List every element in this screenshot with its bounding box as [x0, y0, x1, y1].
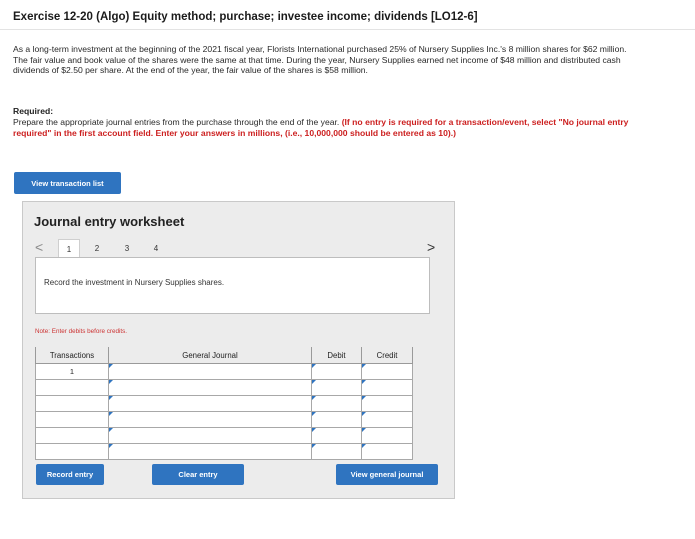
debit-field[interactable] [311, 443, 362, 460]
title-divider [0, 29, 695, 30]
table-row [35, 427, 413, 444]
table-row [35, 379, 413, 396]
transaction-number-cell [35, 443, 109, 460]
previous-arrow-icon[interactable]: < [35, 240, 43, 254]
credit-field[interactable] [361, 427, 413, 444]
worksheet-title: Journal entry worksheet [34, 214, 185, 229]
account-field[interactable] [108, 427, 312, 444]
view-transaction-list-button[interactable]: View transaction list [14, 172, 121, 194]
credit-field[interactable] [361, 443, 413, 460]
table-row [35, 411, 413, 428]
journal-table: Transactions General Journal Debit Credi… [35, 347, 413, 460]
transaction-number-cell [35, 379, 109, 396]
clear-entry-button[interactable]: Clear entry [152, 464, 244, 485]
account-field[interactable] [108, 411, 312, 428]
account-field[interactable] [108, 363, 312, 380]
credit-field[interactable] [361, 379, 413, 396]
transaction-number-cell: 1 [35, 363, 109, 380]
credit-field[interactable] [361, 411, 413, 428]
debit-field[interactable] [311, 379, 362, 396]
debit-column-header: Debit [311, 347, 362, 364]
debit-credit-note: Note: Enter debits before credits. [35, 328, 128, 335]
tab-1[interactable]: 1 [58, 239, 80, 258]
transaction-number-cell [35, 427, 109, 444]
debit-field[interactable] [311, 411, 362, 428]
debit-field[interactable] [311, 427, 362, 444]
transaction-description: Record the investment in Nursery Supplie… [44, 278, 225, 287]
general-journal-column-header: General Journal [108, 347, 312, 364]
credit-field[interactable] [361, 363, 413, 380]
account-field[interactable] [108, 395, 312, 412]
required-text: Prepare the appropriate journal entries … [13, 117, 641, 138]
tab-2[interactable]: 2 [86, 239, 108, 257]
account-field[interactable] [108, 379, 312, 396]
table-row [35, 395, 413, 412]
transaction-number-cell [35, 411, 109, 428]
exercise-title: Exercise 12-20 (Algo) Equity method; pur… [13, 11, 478, 23]
debit-field[interactable] [311, 363, 362, 380]
debit-field[interactable] [311, 395, 362, 412]
transaction-number-cell [35, 395, 109, 412]
journal-table-header: Transactions General Journal Debit Credi… [35, 347, 413, 364]
tab-3[interactable]: 3 [116, 239, 138, 257]
table-row [35, 443, 413, 460]
credit-column-header: Credit [361, 347, 413, 364]
required-instruction-text: Prepare the appropriate journal entries … [13, 117, 340, 127]
table-row: 1 [35, 363, 413, 380]
account-field[interactable] [108, 443, 312, 460]
problem-statement: As a long-term investment at the beginni… [13, 44, 627, 76]
next-arrow-icon[interactable]: > [427, 240, 435, 254]
transaction-description-box: Record the investment in Nursery Supplie… [35, 257, 430, 314]
view-general-journal-button[interactable]: View general journal [336, 464, 438, 485]
tab-4[interactable]: 4 [145, 239, 167, 257]
transactions-column-header: Transactions [35, 347, 109, 364]
record-entry-button[interactable]: Record entry [36, 464, 104, 485]
journal-entry-worksheet: Journal entry worksheet < 1 2 3 4 > Reco… [22, 201, 455, 499]
required-heading: Required: [13, 106, 54, 116]
credit-field[interactable] [361, 395, 413, 412]
